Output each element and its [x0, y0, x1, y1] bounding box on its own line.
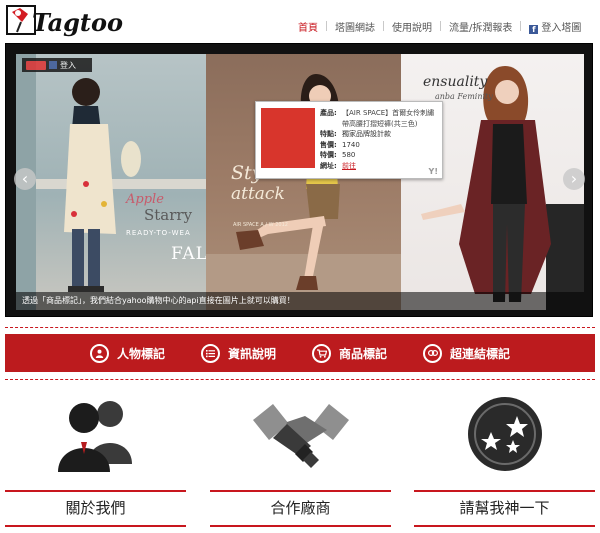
popup-key: 售價: — [320, 140, 337, 149]
card-line — [210, 525, 391, 527]
card-line — [414, 525, 595, 527]
chevron-left-icon[interactable]: ‹ — [14, 168, 36, 190]
slide-text: attack — [231, 184, 285, 204]
feature-label: 人物標記 — [116, 346, 165, 361]
popup-value: 580 — [342, 151, 356, 159]
chevron-right-icon[interactable]: › — [563, 168, 585, 190]
slider-caption: 透過「商品標記」，我們結合yahoo購物中心的api直接在圖片上就可以購買！ — [16, 292, 584, 310]
slide-text: READY-TO-WEA — [126, 229, 191, 237]
nav-blog[interactable]: 塔圖網誌 — [327, 19, 383, 34]
popup-key: 特點: — [320, 130, 337, 138]
slide-text: AIR SPACE A / W 2012 — [233, 222, 288, 228]
popup-key: 產品: — [320, 109, 337, 117]
popup-link[interactable]: 前往 — [342, 161, 436, 172]
link-icon — [423, 343, 443, 363]
tagtoo-mini-icon — [26, 60, 46, 70]
card-title: 關於我們 — [65, 499, 126, 517]
card-partners[interactable]: 合作廠商 — [210, 390, 391, 533]
nav-home[interactable]: 首頁 — [290, 19, 326, 34]
product-thumbnail[interactable] — [261, 108, 315, 168]
card-about[interactable]: 關於我們 — [5, 390, 186, 533]
slide-text: Starry — [144, 206, 193, 224]
card-line — [5, 490, 186, 492]
divider — [5, 379, 595, 380]
slide-text: Apple — [126, 192, 164, 207]
slide-panel-sensuality: ensuality anba Feminity — [401, 54, 584, 310]
list-icon — [200, 343, 220, 363]
slide-text: anba Feminity — [435, 92, 493, 101]
divider — [5, 327, 595, 328]
logo-text: Tagtoo — [32, 8, 123, 37]
popup-value: 1740 — [342, 140, 360, 149]
card-line — [414, 490, 595, 492]
product-tag-popup: 產品: 【AIR SPACE】首爾女伶刺繡帶高腰打摺短褲(共三色) 特點: 獨家… — [255, 101, 443, 179]
nav-help[interactable]: 使用說明 — [384, 19, 440, 34]
card-line — [5, 525, 186, 527]
feature-info[interactable]: 資訊說明 — [200, 343, 276, 363]
image-slider: Apple Starry READY-TO-WEA FAL Sty attack… — [5, 43, 593, 317]
slide-text: FAL — [171, 244, 206, 264]
top-nav: 首頁 塔圖網誌 使用說明 流量/拆潤報表 f 登入塔圖 — [290, 18, 589, 34]
popup-value: 【AIR SPACE】首爾女伶刺繡帶高腰打摺短褲(共三色) — [342, 109, 435, 128]
popup-row-url: 網址: 前往 — [320, 161, 436, 172]
feature-product-tag[interactable]: 商品標記 — [312, 343, 388, 363]
nav-report[interactable]: 流量/拆潤報表 — [441, 19, 520, 34]
popup-value: 獨家品牌設計款 — [342, 130, 391, 138]
slider-logo-bar: 登入 — [22, 58, 92, 72]
person-icon — [89, 343, 109, 363]
nav-login[interactable]: f 登入塔圖 — [521, 19, 589, 34]
feature-label: 資訊說明 — [227, 346, 276, 361]
people-icon — [57, 401, 132, 472]
facebook-icon: f — [529, 24, 539, 34]
cart-icon — [312, 343, 331, 363]
stars-icon — [467, 397, 542, 471]
feature-label: 超連結標記 — [450, 346, 511, 361]
yahoo-badge: Y! — [428, 167, 438, 176]
logo[interactable]: Tagtoo — [6, 4, 123, 38]
slider-login-label[interactable]: 登入 — [60, 60, 76, 71]
card-title: 合作廠商 — [270, 499, 331, 517]
feature-person-tag[interactable]: 人物標記 — [89, 343, 165, 363]
feature-bar: 人物標記 資訊說明 商品標記 超連結標記 — [5, 334, 595, 372]
popup-key: 特價: — [320, 151, 337, 159]
popup-row-feature: 特點: 獨家品牌設計款 — [320, 129, 436, 140]
card-help-me[interactable]: 請幫我神一下 — [414, 390, 595, 533]
nav-login-label: 登入塔圖 — [541, 22, 582, 34]
popup-row-price: 售價: 1740 — [320, 140, 436, 151]
slide-text: ensuality — [423, 74, 488, 90]
feature-label: 商品標記 — [339, 346, 388, 361]
card-title: 請幫我神一下 — [459, 499, 550, 517]
card-line — [210, 490, 391, 492]
feature-link-tag[interactable]: 超連結標記 — [423, 343, 511, 363]
popup-row-product: 產品: 【AIR SPACE】首爾女伶刺繡帶高腰打摺短褲(共三色) — [320, 108, 436, 129]
popup-key: 網址: — [320, 161, 337, 170]
facebook-icon — [49, 61, 57, 69]
handshake-icon — [252, 404, 349, 468]
slide-panel-apple: Apple Starry READY-TO-WEA FAL — [16, 54, 206, 310]
model-photo-1 — [16, 54, 206, 310]
popup-row-sale-price: 特價: 580 — [320, 150, 436, 161]
slide-panel-airspace: Sty attack AIR SPACE A / W 2012 — [206, 54, 401, 310]
